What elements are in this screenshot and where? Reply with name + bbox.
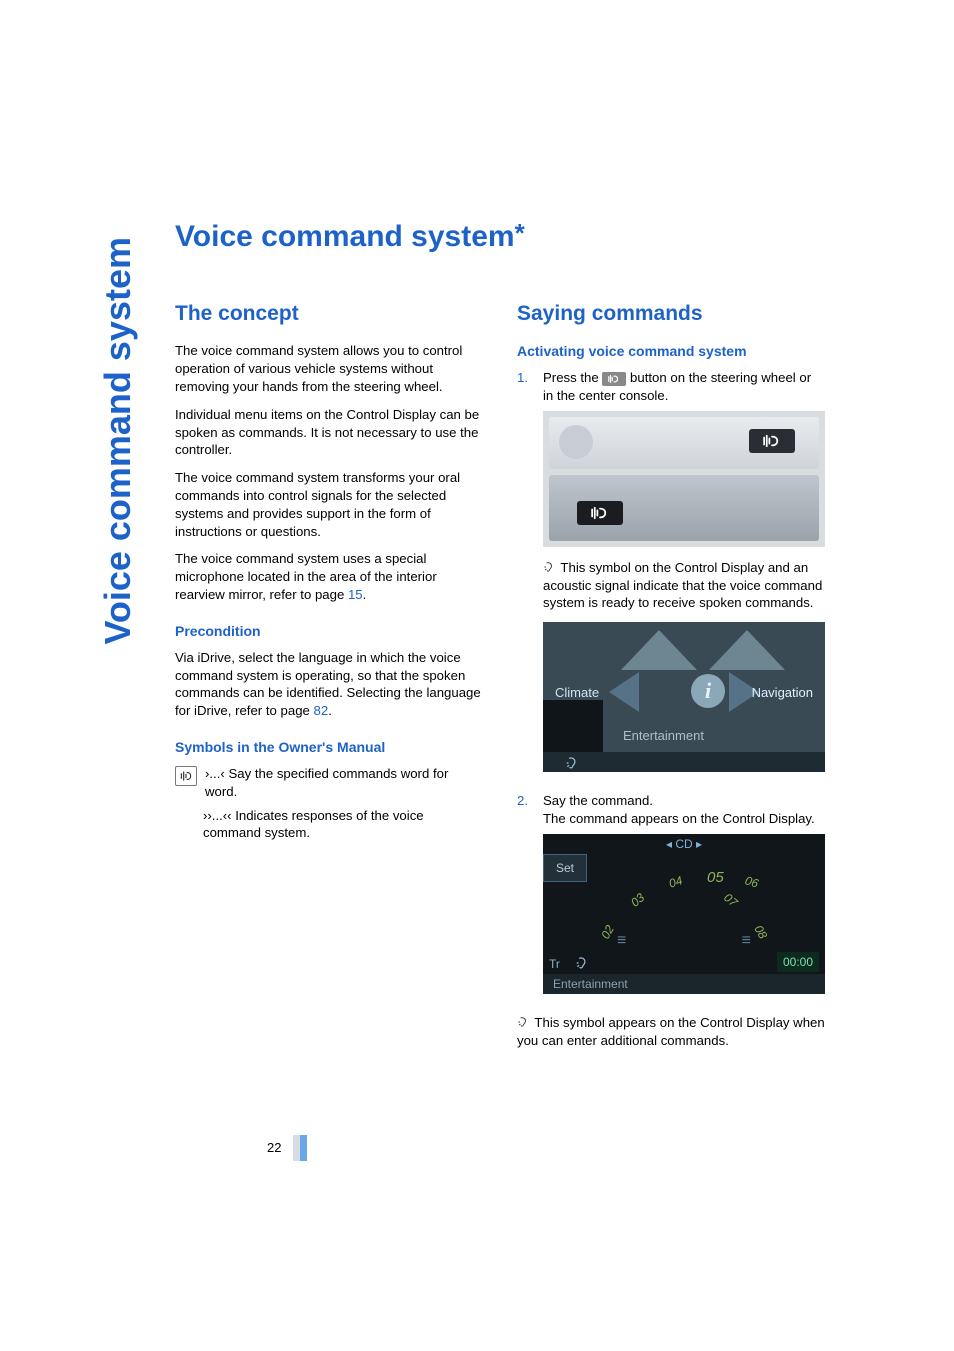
menu-info-icon: i	[691, 674, 725, 708]
page-title: Voice command system*	[175, 220, 825, 254]
right-column: Saying commands Activating voice command…	[517, 300, 825, 1060]
heading-precondition: Precondition	[175, 622, 483, 641]
page-link-82[interactable]: 82	[314, 703, 329, 718]
concept-p2: Individual menu items on the Control Dis…	[175, 406, 483, 459]
step1-note-text: This symbol on the Control Display and a…	[543, 560, 822, 611]
step-1-body: Press the button on the steering wheel o…	[543, 369, 825, 784]
footer-bar-grey	[293, 1135, 300, 1161]
figure-steering-button	[543, 411, 825, 547]
left-column: The concept The voice command system all…	[175, 300, 483, 1060]
concept-p3: The voice command system transforms your…	[175, 469, 483, 540]
symbol-row-1: ›...‹ Say the specified commands word fo…	[175, 765, 483, 801]
precondition-p: Via iDrive, select the language in which…	[175, 649, 483, 720]
heading-activating: Activating voice command system	[517, 342, 825, 361]
side-tab-label: Voice command system	[97, 237, 139, 645]
step-1: 1. Press the button on the steering whee…	[517, 369, 825, 784]
menu-navigation: Navigation	[752, 684, 813, 702]
page-link-15[interactable]: 15	[348, 587, 363, 602]
step1-text-a: Press the	[543, 370, 602, 385]
step-2: 2. Say the command. The command appears …	[517, 792, 825, 1006]
concept-p4a: The voice command system uses a special …	[175, 551, 437, 602]
step1-note: This symbol on the Control Display and a…	[543, 559, 825, 612]
page-number: 22	[175, 1140, 293, 1155]
heading-saying: Saying commands	[517, 300, 825, 328]
tr-label: Tr	[549, 956, 560, 972]
concept-p4: The voice command system uses a special …	[175, 550, 483, 603]
manual-page: Voice command system Voice command syste…	[0, 0, 954, 1351]
concept-p4b: .	[363, 587, 367, 602]
ear-icon	[575, 956, 589, 970]
step-2-number: 2.	[517, 792, 535, 810]
columns: The concept The voice command system all…	[175, 300, 825, 1060]
time-display: 00:00	[777, 952, 819, 972]
concept-p1: The voice command system allows you to c…	[175, 342, 483, 395]
title-text: Voice command system	[175, 220, 515, 253]
heading-concept: The concept	[175, 300, 483, 328]
title-asterisk: *	[515, 218, 525, 248]
page-content: Voice command system* The concept The vo…	[175, 220, 825, 1060]
step-2-body: Say the command. The command appears on …	[543, 792, 825, 1006]
voice-icon	[175, 766, 197, 786]
ear-icon	[543, 561, 555, 573]
heading-symbols: Symbols in the Owner's Manual	[175, 738, 483, 757]
step2-text-b: The command appears on the Control Displ…	[543, 811, 815, 826]
menu-climate: Climate	[555, 684, 599, 702]
voice-icon	[761, 434, 783, 448]
side-tab: Voice command system	[93, 224, 143, 644]
ear-icon	[517, 1016, 529, 1028]
voice-glyph	[179, 769, 193, 783]
cd-header: ◂ CD ▸	[543, 834, 825, 854]
step2-note: This symbol appears on the Control Displ…	[517, 1014, 825, 1050]
figure-control-display-menu: Climate Navigation i Entertainment	[543, 622, 825, 772]
symbol-2-text: ››...‹‹ Indicates responses of the voice…	[203, 807, 483, 843]
voice-icon	[589, 506, 611, 520]
symbol-1-text: ›...‹ Say the specified commands word fo…	[205, 765, 483, 801]
ear-icon	[565, 756, 579, 770]
steps-list: 1. Press the button on the steering whee…	[517, 369, 825, 1006]
figure-cd-display: ◂ CD ▸ Set 02 03 04 05 06 07	[543, 834, 825, 994]
voice-button-icon	[602, 372, 626, 386]
step-1-number: 1.	[517, 369, 535, 387]
step2-text-a: Say the command.	[543, 793, 653, 808]
entertainment-bar: Entertainment	[543, 974, 825, 994]
step2-note-text: This symbol appears on the Control Displ…	[517, 1015, 825, 1048]
cd-dial: 02 03 04 05 06 07 08 ≡ ≡	[577, 864, 791, 952]
menu-entertainment: Entertainment	[623, 727, 704, 745]
page-footer: 22	[175, 1135, 825, 1161]
precond-p5b: .	[328, 703, 332, 718]
footer-bar-blue	[300, 1135, 307, 1161]
